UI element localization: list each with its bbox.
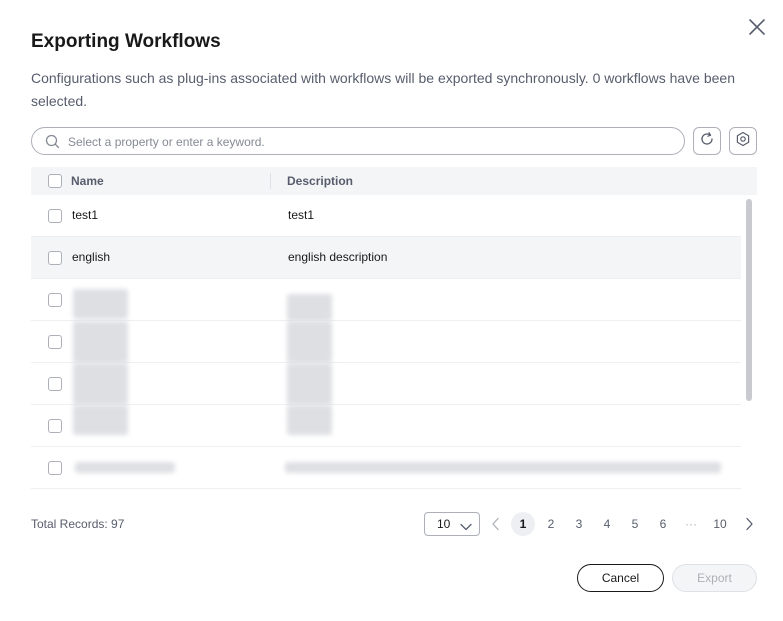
total-records: Total Records: 97 — [31, 517, 125, 531]
chevron-down-icon — [460, 520, 472, 534]
redacted-name — [73, 289, 128, 319]
column-header-name: Name — [71, 174, 104, 188]
row-checkbox[interactable] — [48, 209, 62, 223]
redacted-description — [287, 363, 332, 405]
dialog-description: Configurations such as plug-ins associat… — [31, 70, 735, 109]
page-1[interactable]: 1 — [511, 512, 535, 536]
search-input[interactable] — [66, 131, 670, 153]
settings-button[interactable] — [729, 127, 757, 155]
page-ellipsis[interactable]: ··· — [679, 512, 703, 536]
export-workflows-dialog: Exporting Workflows Configurations such … — [0, 0, 783, 621]
redacted-description — [285, 462, 721, 473]
page-6[interactable]: 6 — [651, 512, 675, 536]
column-header-description: Description — [287, 174, 354, 188]
refresh-button[interactable] — [693, 127, 721, 155]
row-checkbox[interactable] — [48, 377, 62, 391]
next-page-chevron-right-icon[interactable] — [743, 517, 755, 536]
row-checkbox[interactable] — [48, 335, 62, 349]
redacted-name — [75, 462, 175, 473]
redacted-description — [287, 294, 332, 321]
page-size-value: 10 — [437, 517, 451, 531]
table-row[interactable] — [31, 363, 741, 405]
row-description: test1 — [288, 208, 315, 222]
redacted-description — [287, 405, 332, 435]
workflow-table: Name Description test1 test1 english eng… — [31, 167, 757, 489]
prev-page-chevron-left-icon[interactable] — [490, 517, 502, 536]
row-checkbox[interactable] — [48, 419, 62, 433]
redacted-name — [73, 321, 128, 363]
page-size-select[interactable]: 10 — [424, 512, 480, 536]
table-row[interactable] — [31, 405, 741, 447]
table-row[interactable] — [31, 447, 741, 489]
search-box[interactable] — [31, 127, 685, 155]
page-2[interactable]: 2 — [539, 512, 563, 536]
close-icon[interactable] — [746, 16, 768, 38]
page-4[interactable]: 4 — [595, 512, 619, 536]
redacted-name — [73, 363, 128, 405]
table-row[interactable]: english english description — [31, 237, 741, 279]
row-checkbox[interactable] — [48, 293, 62, 307]
export-button[interactable]: Export — [672, 564, 757, 592]
gear-icon — [735, 131, 751, 152]
row-name: english — [72, 250, 111, 264]
table-row[interactable] — [31, 279, 741, 321]
redacted-description — [287, 321, 332, 363]
table-row[interactable]: test1 test1 — [31, 195, 741, 237]
row-checkbox[interactable] — [48, 251, 62, 265]
cancel-button[interactable]: Cancel — [577, 564, 664, 592]
page-10[interactable]: 10 — [707, 512, 733, 536]
dialog-title: Exporting Workflows — [31, 31, 221, 52]
row-description: english description — [288, 250, 388, 264]
table-header: Name Description — [31, 167, 757, 195]
search-icon — [45, 134, 60, 154]
page-3[interactable]: 3 — [567, 512, 591, 536]
row-name: test1 — [72, 208, 99, 222]
refresh-icon — [699, 131, 715, 152]
column-divider — [270, 173, 271, 189]
table-row[interactable] — [31, 321, 741, 363]
row-checkbox[interactable] — [48, 461, 62, 475]
page-5[interactable]: 5 — [623, 512, 647, 536]
redacted-name — [73, 405, 128, 435]
select-all-checkbox[interactable] — [48, 174, 62, 188]
table-scrollbar[interactable] — [746, 199, 752, 401]
